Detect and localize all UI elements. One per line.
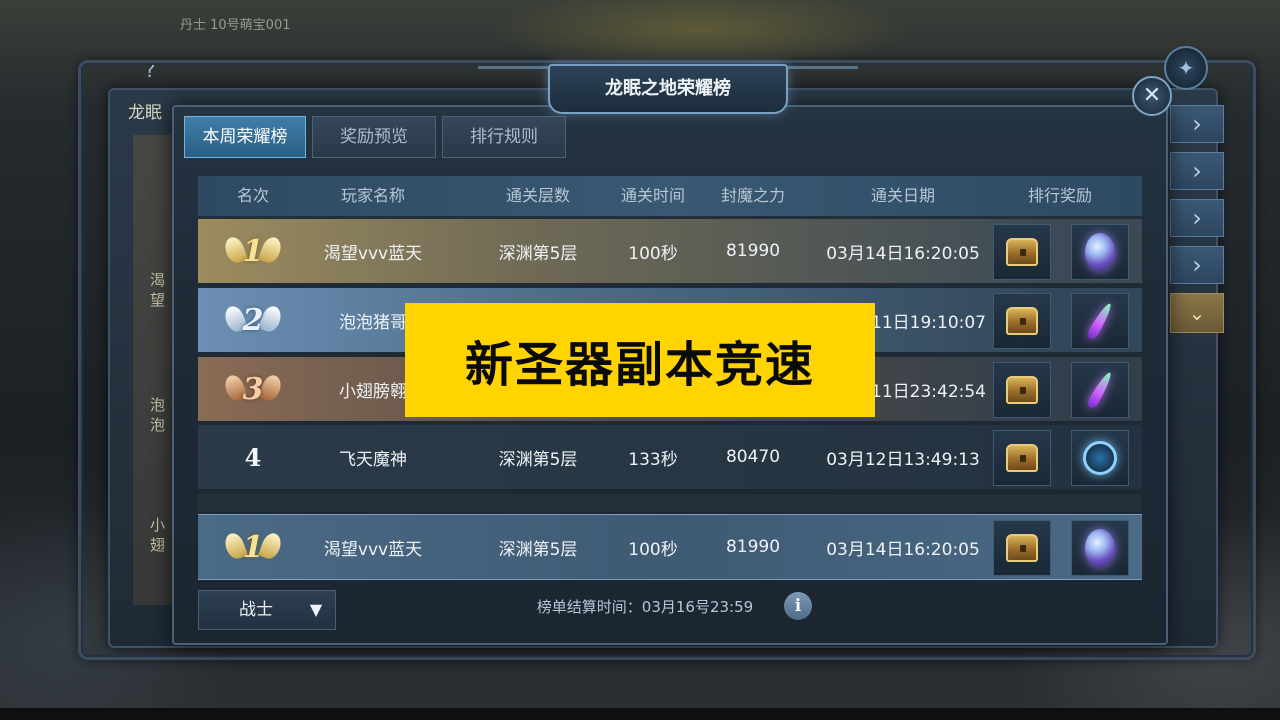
side-arrow-button-2[interactable]: ›: [1170, 152, 1224, 190]
player-name: 渴望vvv蓝天: [323, 243, 423, 264]
player-info-text: 丹士 10号萌宝001: [180, 18, 291, 33]
reward-slot[interactable]: [1071, 362, 1129, 418]
blade-icon: [1085, 301, 1115, 341]
help-icon[interactable]: ?: [138, 58, 162, 82]
column-header-power: 封魔之力: [720, 186, 785, 205]
rank-3-badge-icon: 3: [222, 367, 284, 411]
clear-time: 133秒: [628, 449, 678, 470]
reward-slot[interactable]: [993, 362, 1051, 418]
rank-cell: 2: [208, 288, 298, 352]
gem-icon: [1085, 233, 1115, 271]
class-select-value: 战士: [239, 600, 273, 620]
side-dropdown-button[interactable]: ⌄: [1170, 293, 1224, 333]
background-side-text-2: 泡 泡: [150, 396, 166, 434]
column-header-player: 玩家名称: [340, 186, 405, 205]
rank-cell: 1: [208, 515, 298, 579]
blade-icon: [1085, 370, 1115, 410]
column-header-layer: 通关层数: [505, 186, 570, 205]
reward-slot[interactable]: [993, 224, 1051, 280]
clear-layer: 深渊第5层: [498, 449, 578, 470]
player-name: 飞天魔神: [339, 449, 407, 470]
seal-power: 80470: [725, 447, 781, 467]
reward-slot[interactable]: [993, 293, 1051, 349]
star-badge-icon: ✦: [1164, 46, 1208, 90]
class-select-dropdown[interactable]: 战士 ▼: [198, 590, 336, 630]
settlement-time-text: 榜单结算时间：03月16号23:59: [536, 598, 754, 616]
gem-icon: [1085, 529, 1115, 567]
triangle-down-icon: ▼: [309, 600, 323, 619]
background-side-text-3: 小 翅: [150, 516, 166, 554]
title-wing-right: [788, 66, 858, 102]
rank-cell: 3: [208, 357, 298, 421]
chest-icon: [1006, 534, 1038, 562]
window-title: 龙眠之地荣耀榜: [548, 64, 788, 114]
table-row[interactable]: 4 飞天魔神 深渊第5层 133秒 80470 03月12日13:49:13: [198, 425, 1142, 489]
video-caption-overlay: 新圣器副本竞速: [405, 303, 875, 417]
background-panel-title: 龙眠: [128, 103, 162, 123]
side-arrow-button-1[interactable]: ›: [1170, 105, 1224, 143]
orb-icon: [1083, 441, 1117, 475]
chest-icon: [1006, 376, 1038, 404]
my-rank-row[interactable]: 1 渴望vvv蓝天 深渊第5层 100秒 81990 03月14日16:20:0…: [198, 514, 1142, 580]
clear-layer: 深渊第5层: [498, 243, 578, 264]
clear-layer: 深渊第5层: [498, 539, 578, 560]
rank-2-badge-icon: 2: [222, 298, 284, 342]
chest-icon: [1006, 444, 1038, 472]
rank-cell: 4: [208, 425, 298, 489]
reward-slot[interactable]: [1071, 293, 1129, 349]
reward-slot[interactable]: [1071, 224, 1129, 280]
table-row-partial: [198, 494, 1142, 512]
rank-1-badge-icon: 1: [222, 229, 284, 273]
tab-ranking-rules[interactable]: 排行规则: [442, 116, 566, 158]
clear-date: 03月12日13:49:13: [826, 449, 980, 470]
column-header-rank: 名次: [236, 186, 269, 205]
bottom-edge: [0, 708, 1280, 720]
clear-date: 03月14日16:20:05: [826, 539, 980, 560]
tab-weekly-ranking[interactable]: 本周荣耀榜: [184, 116, 306, 158]
table-header: 名次 玩家名称 通关层数 通关时间 封魔之力 通关日期 排行奖励: [198, 176, 1142, 216]
tab-reward-preview[interactable]: 奖励预览: [312, 116, 436, 158]
close-button[interactable]: ✕: [1132, 76, 1172, 116]
side-arrow-button-3[interactable]: ›: [1170, 199, 1224, 237]
player-name: 渴望vvv蓝天: [323, 539, 423, 560]
clear-date: 03月14日16:20:05: [826, 243, 980, 264]
table-row[interactable]: 1 渴望vvv蓝天 深渊第5层 100秒 81990 03月14日16:20:0…: [198, 219, 1142, 283]
title-wing-left: [478, 66, 548, 102]
background-side-text-1: 渴 望: [150, 271, 166, 309]
rank-number: 4: [244, 442, 262, 472]
rank-cell: 1: [208, 219, 298, 283]
clear-time: 100秒: [628, 539, 678, 560]
rank-1-badge-icon: 1: [222, 525, 284, 569]
column-header-reward: 排行奖励: [1027, 186, 1092, 205]
side-arrow-button-4[interactable]: ›: [1170, 246, 1224, 284]
clear-time: 100秒: [628, 243, 678, 264]
reward-slot[interactable]: [993, 520, 1051, 576]
column-header-time: 通关时间: [620, 186, 685, 205]
close-icon: ✕: [1142, 83, 1162, 108]
chest-icon: [1006, 307, 1038, 335]
seal-power: 81990: [725, 537, 781, 557]
column-header-date: 通关日期: [870, 186, 935, 205]
chest-icon: [1006, 238, 1038, 266]
seal-power: 81990: [725, 241, 781, 261]
reward-slot[interactable]: [1071, 520, 1129, 576]
info-icon[interactable]: i: [784, 592, 812, 620]
reward-slot[interactable]: [993, 430, 1051, 486]
reward-slot[interactable]: [1071, 430, 1129, 486]
